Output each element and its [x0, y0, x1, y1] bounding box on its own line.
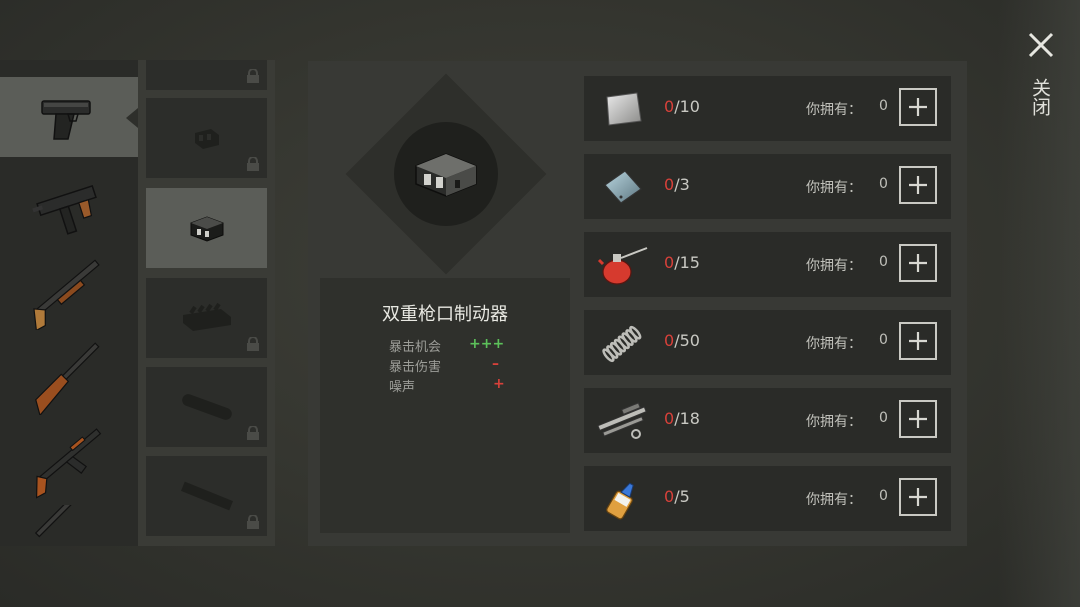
plus-icon — [909, 254, 927, 272]
lock-icon — [247, 426, 259, 440]
own-label: 你拥有： — [806, 414, 862, 430]
own-value: 0 — [879, 410, 888, 426]
own-value: 0 — [879, 254, 888, 270]
weapon-list — [0, 60, 138, 546]
metal-plate-icon — [606, 92, 642, 126]
material-row: 0/3 你拥有： 0 — [584, 154, 951, 219]
stat-value: + — [493, 376, 505, 392]
add-material-button[interactable] — [899, 166, 937, 204]
magazine-icon — [182, 302, 231, 331]
material-count: 0/15 — [664, 253, 700, 272]
attachment-item[interactable] — [146, 367, 267, 447]
own-value: 0 — [879, 98, 888, 114]
own-label: 你拥有： — [806, 102, 862, 118]
attachment-icon — [187, 60, 227, 65]
attachment-list — [138, 60, 275, 546]
close-button[interactable] — [1022, 28, 1060, 66]
pistol-icon — [41, 100, 91, 140]
selection-arrow — [126, 108, 138, 128]
glue-bottle-icon — [606, 482, 634, 520]
shotgun-icon — [33, 259, 100, 330]
stat-row: 噪声 — [389, 376, 415, 395]
plus-icon — [909, 488, 927, 506]
material-row: 0/10 你拥有： 0 — [584, 76, 951, 141]
stat-row: 暴击伤害 — [389, 356, 441, 375]
silencer-icon — [181, 394, 232, 420]
material-count: 0/10 — [664, 97, 700, 116]
plus-icon — [909, 98, 927, 116]
attachment-item[interactable] — [146, 98, 267, 178]
oil-can-icon — [597, 247, 648, 285]
plus-icon — [909, 176, 927, 194]
steel-sheet-icon — [604, 170, 642, 204]
attachment-item[interactable] — [146, 278, 267, 358]
weapon-item-rifle[interactable] — [0, 335, 138, 415]
attachment-item[interactable] — [146, 60, 267, 90]
weapon-item-shotgun[interactable] — [0, 250, 138, 330]
material-count: 0/3 — [664, 175, 690, 194]
material-row: 0/15 你拥有： 0 — [584, 232, 951, 297]
material-count: 0/50 — [664, 331, 700, 350]
uzi-icon — [32, 184, 97, 235]
material-count: 0/5 — [664, 487, 690, 506]
plus-icon — [909, 332, 927, 350]
stat-value: – — [492, 356, 499, 372]
own-label: 你拥有： — [806, 336, 862, 352]
own-value: 0 — [879, 176, 888, 192]
item-name: 双重枪口制动器 — [382, 304, 508, 325]
close-icon — [1028, 32, 1054, 58]
lock-icon — [247, 515, 259, 529]
close-label[interactable]: 关闭 — [1028, 78, 1054, 116]
add-material-button[interactable] — [899, 322, 937, 360]
ak-rifle-icon — [35, 428, 102, 499]
double-muzzle-brake-icon — [415, 153, 477, 197]
lock-icon — [247, 157, 259, 171]
weapon-item-sniper[interactable] — [0, 505, 138, 546]
add-material-button[interactable] — [899, 478, 937, 516]
weapon-item-ak[interactable] — [0, 420, 138, 500]
own-label: 你拥有： — [806, 492, 862, 508]
spring-icon — [602, 325, 642, 363]
gun-parts-icon — [597, 402, 647, 439]
sniper-rifle-icon — [34, 505, 83, 538]
plus-icon — [909, 410, 927, 428]
material-count: 0/18 — [664, 409, 700, 428]
own-label: 你拥有： — [806, 180, 862, 196]
weapon-item-uzi[interactable] — [0, 165, 138, 245]
stat-value: +++ — [469, 336, 505, 352]
stat-label: 暴击机会 — [389, 340, 442, 355]
own-value: 0 — [879, 332, 888, 348]
add-material-button[interactable] — [899, 400, 937, 438]
material-row: 0/5 你拥有： 0 — [584, 466, 951, 531]
own-value: 0 — [879, 488, 888, 504]
add-material-button[interactable] — [899, 88, 937, 126]
stat-label: 暴击伤害 — [389, 360, 442, 375]
own-label: 你拥有： — [806, 258, 862, 274]
lock-icon — [247, 69, 259, 83]
lock-icon — [247, 337, 259, 351]
add-material-button[interactable] — [899, 244, 937, 282]
material-row: 0/50 你拥有： 0 — [584, 310, 951, 375]
extended-barrel-icon — [180, 481, 233, 511]
attachment-item[interactable] — [146, 456, 267, 536]
rifle-icon — [35, 342, 100, 415]
muzzle-compensator-icon — [194, 129, 219, 149]
weapon-item-pistol[interactable] — [0, 77, 138, 157]
stat-label: 噪声 — [389, 380, 416, 395]
double-muzzle-brake-icon — [190, 216, 223, 242]
stat-row: 暴击机会 — [389, 336, 441, 355]
attachment-item-selected[interactable] — [146, 188, 267, 268]
material-row: 0/18 你拥有： 0 — [584, 388, 951, 453]
item-preview — [394, 122, 498, 226]
